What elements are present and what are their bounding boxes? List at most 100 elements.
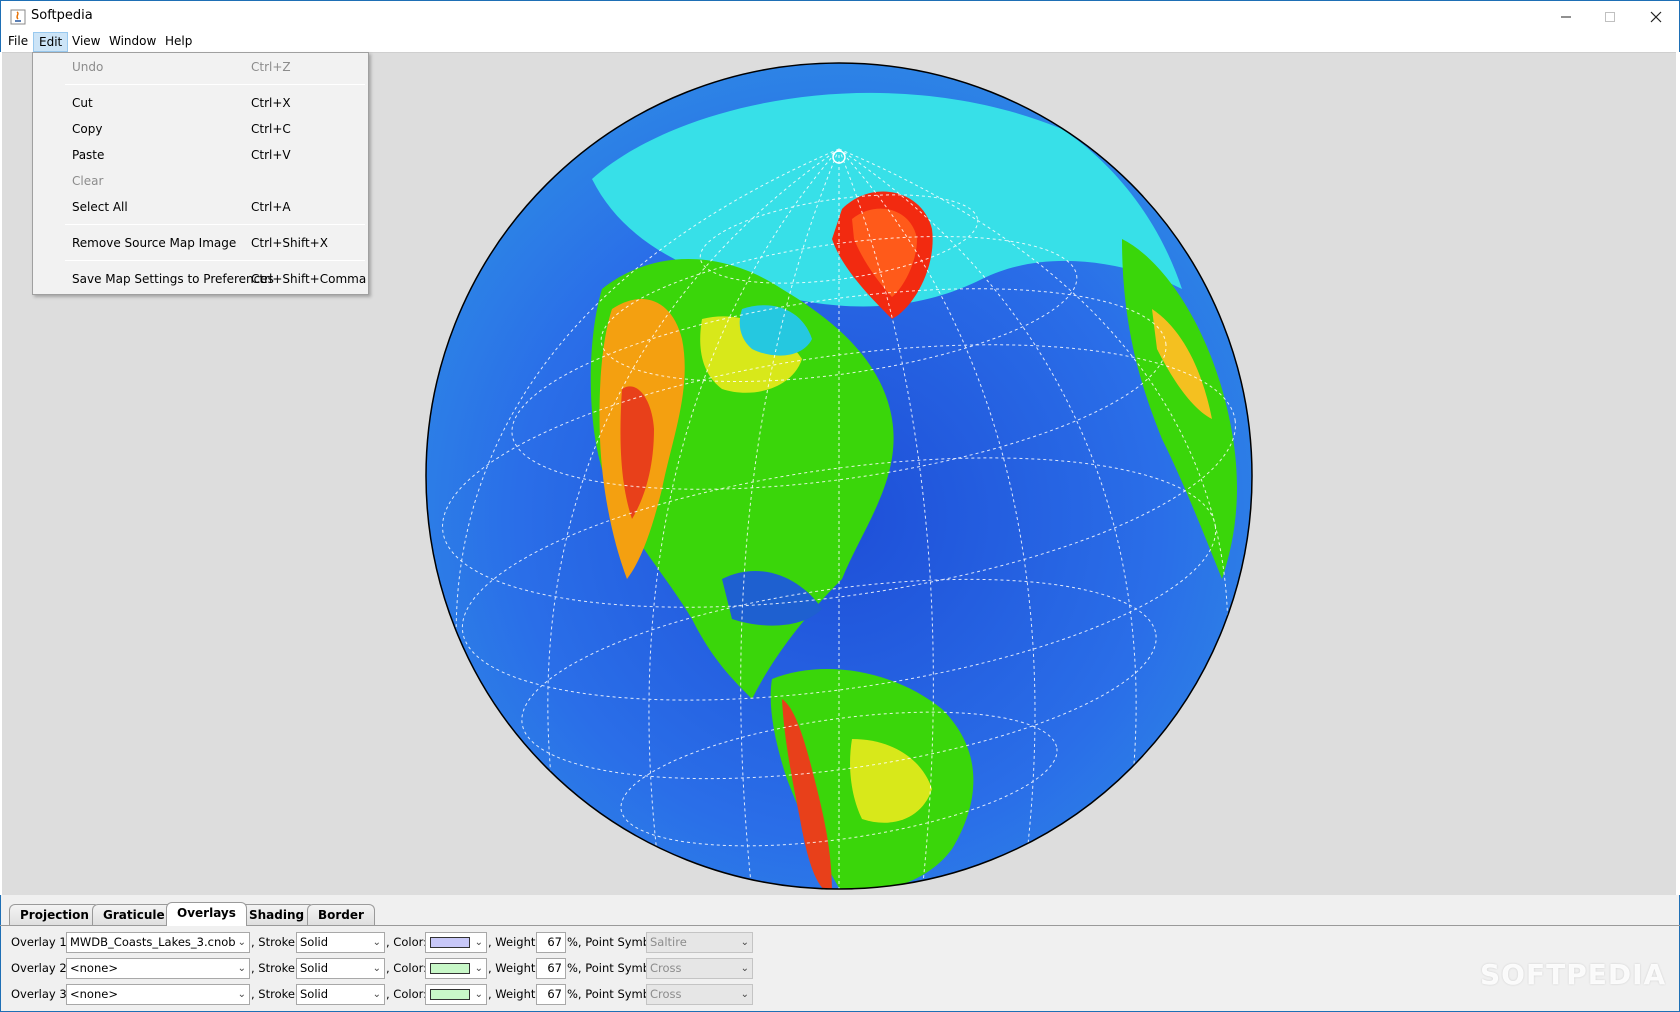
menu-file[interactable]: File [3,32,33,52]
menu-item-copy[interactable]: Copy Ctrl+C [33,119,368,141]
stroke-select[interactable]: Solid ⌄ [296,958,385,979]
point-symbol-value: Saltire [650,935,687,949]
menu-item-label: Select All [72,200,128,214]
color-select[interactable]: ⌄ [425,984,487,1005]
overlay-file-select[interactable]: <none> ⌄ [66,984,250,1005]
stroke-label: , Stroke: [251,987,299,1001]
overlay-label: Overlay 1: [11,935,71,949]
stroke-label: , Stroke: [251,935,299,949]
weight-label: , Weight: [488,987,540,1001]
weight-input[interactable]: 67 [536,984,566,1005]
chevron-down-icon: ⌄ [372,937,381,948]
menu-separator [65,260,365,261]
overlay-file-value: <none> [70,987,118,1001]
stroke-select[interactable]: Solid ⌄ [296,984,385,1005]
settings-tab-strip: Projection Graticule Overlays Shading Bo… [0,895,1680,926]
java-app-icon [10,9,26,25]
stroke-label: , Stroke: [251,961,299,975]
close-button[interactable] [1633,1,1679,32]
menu-item-cut[interactable]: Cut Ctrl+X [33,93,368,115]
color-label: , Color: [386,935,428,949]
chevron-down-icon: ⌄ [740,989,749,1000]
chevron-down-icon: ⌄ [474,989,483,1000]
menu-separator [65,224,365,225]
weight-input[interactable]: 67 [536,932,566,953]
chevron-down-icon: ⌄ [372,963,381,974]
color-swatch [430,963,470,974]
point-symbol-select[interactable]: Cross ⌄ [646,984,753,1005]
overlay-file-value: <none> [70,961,118,975]
menu-item-shortcut: Ctrl+Z [251,60,291,74]
close-icon [1650,11,1662,22]
globe-map-image[interactable] [422,59,1256,893]
point-symbol-value: Cross [650,961,682,975]
softpedia-watermark: SOFTPEDIA [1480,958,1667,991]
overlay-row: Overlay 1: MWDB_Coasts_Lakes_3.cnob ⌄ , … [1,931,801,953]
menu-item-label: Save Map Settings to Preferences [72,272,274,286]
window-title: Softpedia [31,8,93,23]
point-symbol-select[interactable]: Cross ⌄ [646,958,753,979]
stroke-select[interactable]: Solid ⌄ [296,932,385,953]
menu-item-shortcut: Ctrl+C [251,122,291,136]
menu-item-label: Clear [72,174,104,188]
minimize-icon [1561,16,1571,17]
color-swatch [430,937,470,948]
overlay-label: Overlay 2: [11,961,71,975]
menu-item-undo[interactable]: Undo Ctrl+Z [33,57,368,79]
overlay-row: Overlay 2: <none> ⌄ , Stroke: Solid ⌄ , … [1,957,801,979]
menu-item-save-settings[interactable]: Save Map Settings to Preferences Ctrl+Sh… [33,269,368,291]
color-label: , Color: [386,961,428,975]
chevron-down-icon: ⌄ [740,937,749,948]
menu-item-label: Cut [72,96,93,110]
stroke-value: Solid [300,987,329,1001]
menu-edit[interactable]: Edit [33,32,69,52]
weight-input[interactable]: 67 [536,958,566,979]
tab-border[interactable]: Border [307,904,375,926]
color-select[interactable]: ⌄ [425,958,487,979]
menu-view[interactable]: View [67,32,105,52]
minimize-button[interactable] [1543,1,1589,32]
point-symbol-value: Cross [650,987,682,1001]
overlay-file-select[interactable]: MWDB_Coasts_Lakes_3.cnob ⌄ [66,932,250,953]
menu-item-shortcut: Ctrl+V [251,148,291,162]
menu-item-select-all[interactable]: Select All Ctrl+A [33,197,368,219]
menu-bar: File Edit View Window Help [0,31,1680,52]
tab-overlays[interactable]: Overlays [166,902,247,926]
maximize-icon [1605,11,1615,22]
menu-separator [65,84,365,85]
overlay-label: Overlay 3: [11,987,71,1001]
maximize-button[interactable] [1587,1,1633,32]
chevron-down-icon: ⌄ [237,963,246,974]
tab-graticule[interactable]: Graticule [92,904,176,926]
overlay-file-value: MWDB_Coasts_Lakes_3.cnob [70,935,236,949]
color-select[interactable]: ⌄ [425,932,487,953]
weight-label: , Weight: [488,935,540,949]
weight-label: , Weight: [488,961,540,975]
chevron-down-icon: ⌄ [740,963,749,974]
menu-help[interactable]: Help [160,32,197,52]
menu-item-shortcut: Ctrl+Shift+Comma [251,272,367,286]
menu-item-shortcut: Ctrl+Shift+X [251,236,328,250]
overlays-panel: Overlay 1: MWDB_Coasts_Lakes_3.cnob ⌄ , … [0,926,1680,1012]
chevron-down-icon: ⌄ [237,989,246,1000]
title-bar: Softpedia [0,0,1680,32]
stroke-value: Solid [300,935,329,949]
menu-item-label: Undo [72,60,104,74]
overlay-file-select[interactable]: <none> ⌄ [66,958,250,979]
menu-window[interactable]: Window [104,32,161,52]
color-label: , Color: [386,987,428,1001]
menu-item-shortcut: Ctrl+A [251,200,291,214]
menu-item-paste[interactable]: Paste Ctrl+V [33,145,368,167]
tab-shading[interactable]: Shading [238,904,316,926]
overlay-row: Overlay 3: <none> ⌄ , Stroke: Solid ⌄ , … [1,983,801,1005]
chevron-down-icon: ⌄ [372,989,381,1000]
edit-menu-dropdown: Undo Ctrl+Z Cut Ctrl+X Copy Ctrl+C Paste… [32,52,369,295]
menu-item-clear[interactable]: Clear [33,171,368,193]
chevron-down-icon: ⌄ [237,937,246,948]
menu-item-remove-source-map[interactable]: Remove Source Map Image Ctrl+Shift+X [33,233,368,255]
stroke-value: Solid [300,961,329,975]
point-symbol-select[interactable]: Saltire ⌄ [646,932,753,953]
menu-item-label: Paste [72,148,105,162]
tab-projection[interactable]: Projection [9,904,100,926]
menu-item-label: Copy [72,122,103,136]
